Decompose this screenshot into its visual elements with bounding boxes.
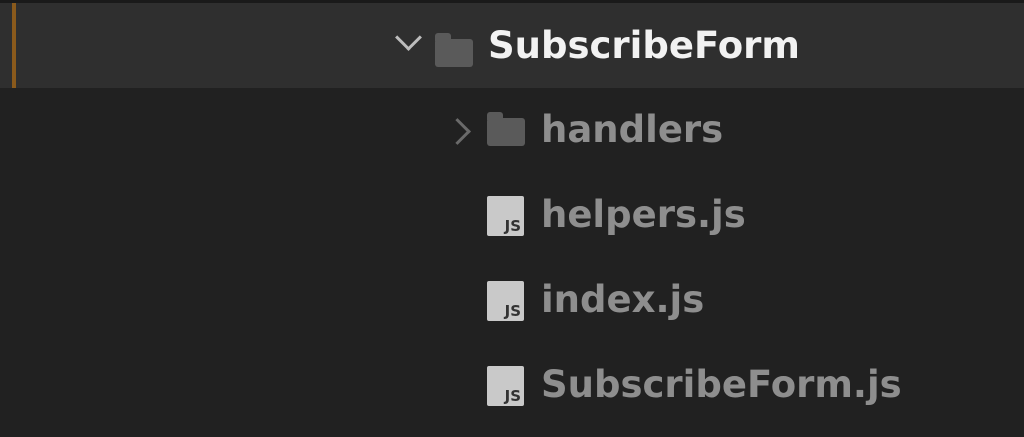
tree-item-handlers-folder[interactable]: handlers — [0, 88, 1024, 173]
chevron-down-icon[interactable] — [395, 24, 422, 51]
tree-item-index-file[interactable]: JS index.js — [0, 258, 1024, 343]
js-badge: JS — [504, 302, 521, 320]
tree-item-label: index.js — [541, 278, 705, 321]
js-file-icon: JS — [487, 366, 524, 406]
js-file-icon: JS — [487, 196, 524, 236]
tree-item-label: helpers.js — [541, 193, 746, 236]
folder-icon — [435, 33, 473, 67]
js-badge: JS — [504, 217, 521, 235]
tree-item-label: SubscribeForm.js — [541, 363, 902, 406]
selection-indicator — [12, 3, 16, 88]
tree-item-subscribeform-file[interactable]: JS SubscribeForm.js — [0, 343, 1024, 428]
tree-item-helpers-file[interactable]: JS helpers.js — [0, 173, 1024, 258]
js-file-icon: JS — [487, 281, 524, 321]
tree-item-label: handlers — [541, 108, 724, 151]
js-badge: JS — [504, 387, 521, 405]
chevron-right-icon[interactable] — [444, 118, 471, 145]
folder-icon — [487, 112, 525, 146]
tree-item-label: SubscribeForm — [488, 24, 800, 67]
tree-item-subscribeform-folder[interactable]: SubscribeForm — [0, 3, 1024, 88]
